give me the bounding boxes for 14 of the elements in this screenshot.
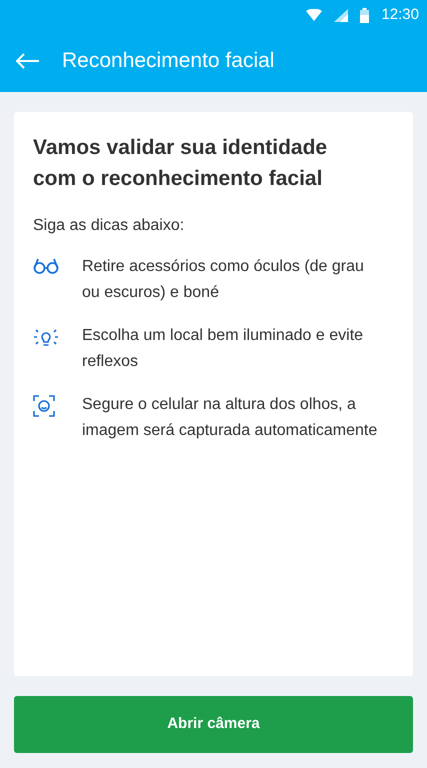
open-camera-button[interactable]: Abrir câmera [14, 696, 413, 753]
back-arrow-icon [16, 53, 40, 69]
tip-text: Retire acessórios como óculos (de grau ou escuros) e boné [82, 257, 365, 303]
clock-time: 12:30 [381, 4, 419, 25]
battery-icon [360, 8, 370, 22]
intro-text: Siga as dicas abaixo: [33, 216, 186, 236]
card-heading: Vamos validar sua identidade com o reconhecimento facial [33, 135, 328, 192]
signal-icon [334, 8, 348, 22]
tip-text: Segure o celular na altura dos olhos, a imagem será capturada automaticamente [82, 395, 378, 441]
face-scan-icon [33, 395, 55, 417]
screen-title: Reconhecimento facial [62, 48, 274, 74]
wifi-icon [306, 9, 322, 21]
glasses-icon [33, 257, 59, 275]
tip-text: Escolha um local bem iluminado e evite reflexos [82, 326, 364, 372]
